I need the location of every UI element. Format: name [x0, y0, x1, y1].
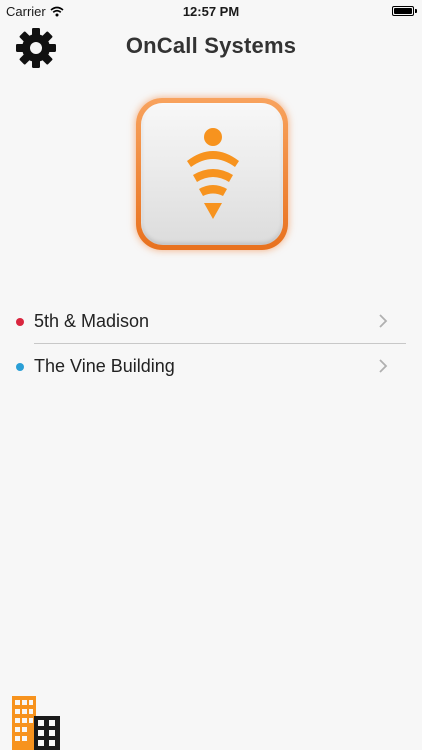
app-logo: [136, 98, 288, 250]
battery-tip: [415, 9, 417, 13]
logo-face: [141, 103, 283, 245]
page-title: OnCall Systems: [125, 33, 297, 58]
battery-icon: [392, 6, 414, 16]
status-time: 12:57 PM: [182, 4, 240, 19]
status-bar: Carrier 12:57 PM: [0, 0, 422, 22]
nav-bar: OnCall Systems: [0, 22, 422, 72]
oncall-signal-logo-icon: [187, 128, 239, 219]
list-item-5th-madison[interactable]: 5th & Madison: [0, 299, 422, 344]
status-dot-blue: [16, 363, 24, 371]
location-list: 5th & Madison The Vine Building: [0, 299, 422, 389]
location-name: The Vine Building: [34, 356, 175, 376]
location-name: 5th & Madison: [34, 311, 150, 331]
chevron-right-icon: [379, 359, 388, 373]
chevron-right-icon: [379, 314, 388, 328]
battery-level: [394, 8, 412, 14]
buildings-icon[interactable]: [12, 696, 62, 750]
list-item-vine-building[interactable]: The Vine Building: [0, 344, 422, 389]
status-dot-red: [16, 318, 24, 326]
